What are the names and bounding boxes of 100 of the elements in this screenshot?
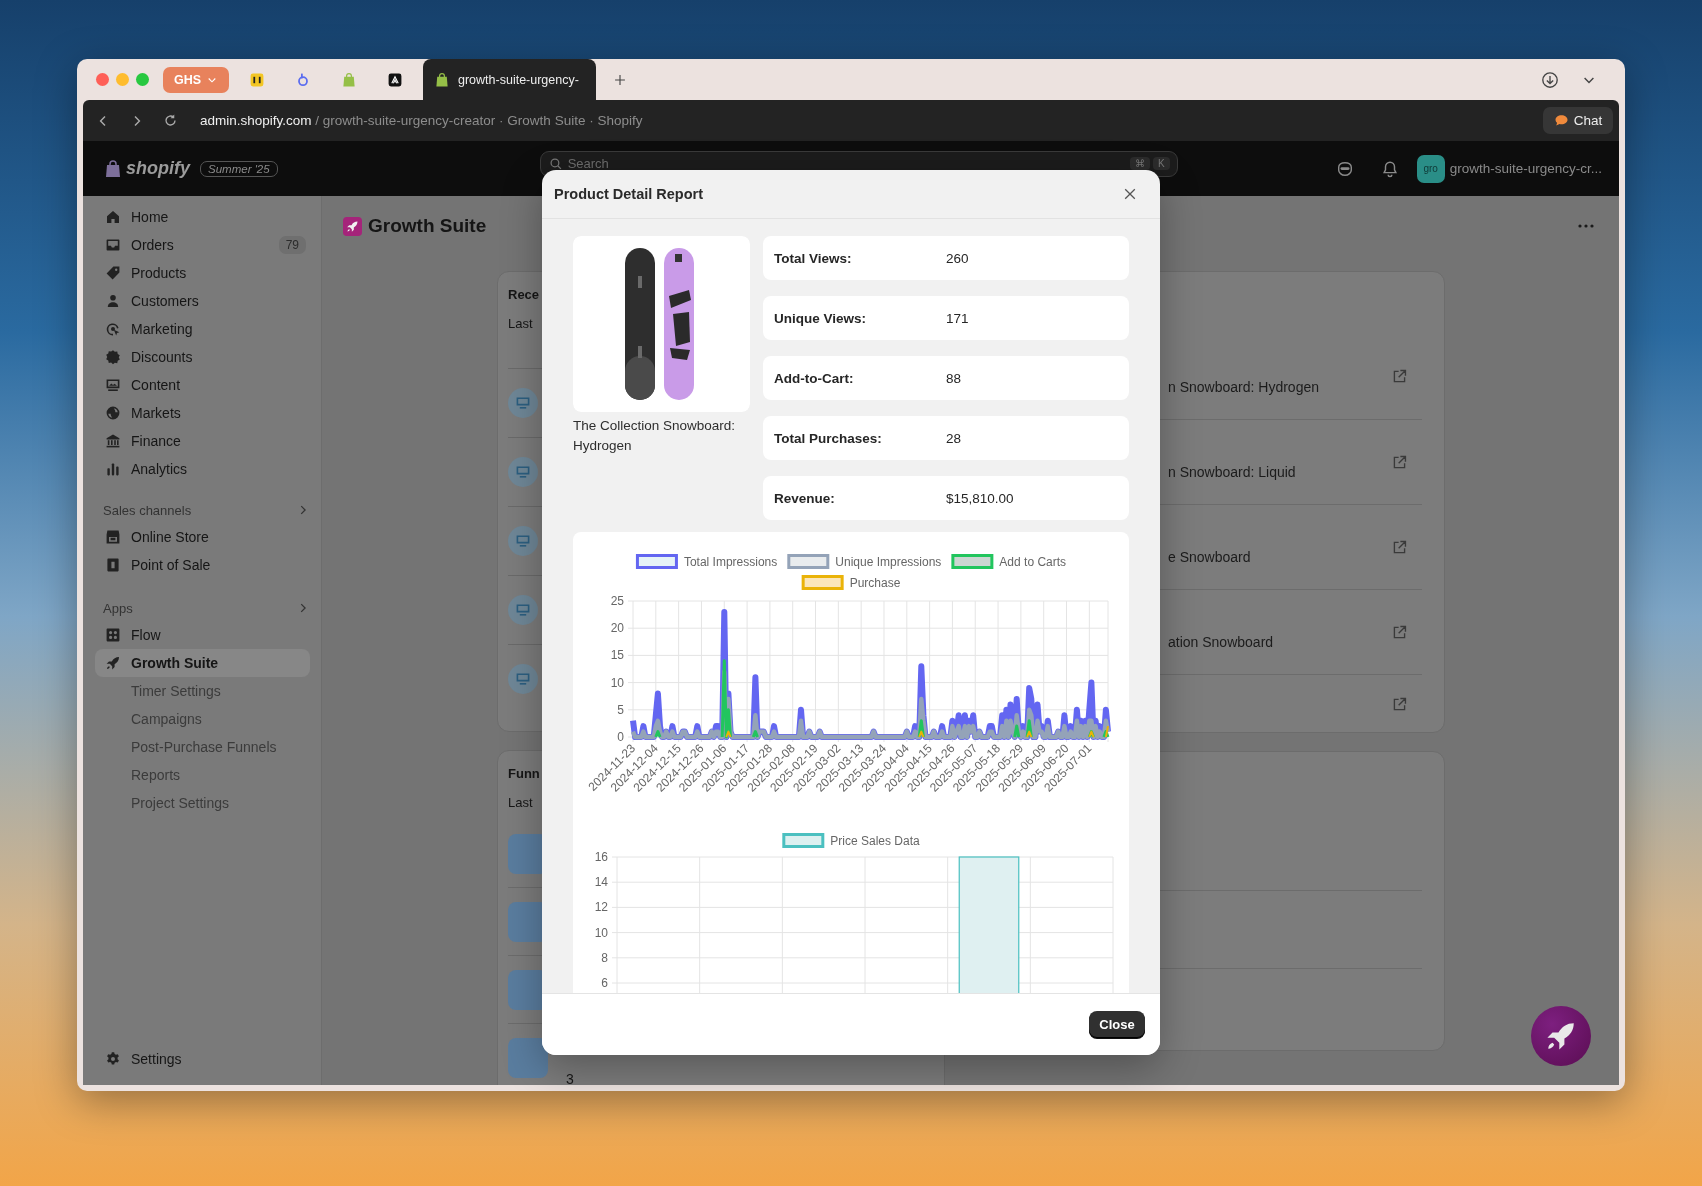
store-avatar[interactable]: gro <box>1416 154 1445 183</box>
page-title: Growth Suite <box>368 215 487 237</box>
nav-item[interactable]: Discounts <box>95 343 310 371</box>
product-link[interactable]: n Snowboard: Hydrogen <box>1168 378 1319 395</box>
nav-item[interactable]: Analytics <box>95 455 310 483</box>
nav-item[interactable]: Settings <box>95 1045 310 1073</box>
axis-tick-label: 6 <box>601 976 608 990</box>
card-title: Rece <box>508 286 540 304</box>
nav-item[interactable]: Project Settings <box>95 789 310 817</box>
ring-icon <box>295 71 311 88</box>
legend-swatch <box>951 554 994 569</box>
close-window-button[interactable] <box>96 73 109 86</box>
count-badge: 79 <box>278 236 306 254</box>
axis-tick-label: 20 <box>610 621 624 636</box>
nav-item[interactable]: Flow <box>95 621 310 649</box>
rocket-icon <box>105 655 121 671</box>
close-button[interactable]: Close <box>1089 1011 1145 1038</box>
legend-label: Price Sales Data <box>830 834 920 848</box>
stat-label: Add-to-Cart: <box>774 370 855 386</box>
app-icon <box>508 1038 548 1078</box>
external-link-icon[interactable] <box>1391 623 1408 641</box>
axis-tick-label: 0 <box>617 730 624 744</box>
browser-tab[interactable]: growth-suite-urgency- <box>423 59 596 100</box>
legend-label: Unique Impressions <box>835 555 942 569</box>
nav-item[interactable]: Products <box>95 259 310 287</box>
nav-item[interactable]: Campaigns <box>95 705 310 733</box>
card-subtitle: Last <box>508 794 533 812</box>
nav-item[interactable]: Markets <box>95 399 310 427</box>
store-icon <box>105 529 121 545</box>
row-value: 3 <box>566 1071 574 1085</box>
axis-tick-label: 14 <box>594 875 608 890</box>
legend-label: Add to Carts <box>999 555 1067 569</box>
url-text[interactable]: admin.shopify.com / growth-suite-urgency-creator · Growth Suite · Shopify <box>200 113 643 128</box>
axis-tick-label: 12 <box>594 900 608 915</box>
section-title: Apps <box>103 600 133 616</box>
monitor-icon <box>515 602 531 618</box>
profile-button[interactable]: GHS <box>163 66 229 93</box>
reload-icon[interactable] <box>163 113 178 128</box>
app-icon <box>343 216 362 236</box>
card-subtitle: Last <box>508 315 533 333</box>
image-icon <box>105 377 121 393</box>
external-link-icon[interactable] <box>1391 538 1408 556</box>
discount-icon <box>105 349 121 365</box>
search-icon <box>548 156 563 171</box>
nav-item[interactable]: Point of Sale <box>95 551 310 579</box>
nav-item[interactable]: Post-Purchase Funnels <box>95 733 310 761</box>
monitor-icon <box>515 395 531 411</box>
bar-chart-icon <box>105 461 121 477</box>
axis-tick-label: 5 <box>617 702 624 717</box>
close-icon[interactable] <box>1122 186 1138 202</box>
product-link[interactable]: n Snowboard: Liquid <box>1168 464 1296 480</box>
chat-button[interactable]: Chat <box>1543 107 1613 134</box>
external-link-icon[interactable] <box>1391 453 1408 471</box>
stat-value: 171 <box>946 310 969 326</box>
bag-icon <box>341 71 357 88</box>
axis-tick-label: 16 <box>594 850 608 864</box>
axis-tick-label: 10 <box>610 675 624 690</box>
globe-icon <box>105 405 121 421</box>
nav-item[interactable]: Finance <box>95 427 310 455</box>
axis-tick-label: 8 <box>601 950 608 965</box>
external-link-icon[interactable] <box>1391 696 1408 713</box>
chat-bubble-icon <box>1553 113 1569 128</box>
inbox-icon <box>105 237 121 253</box>
product-link[interactable]: e Snowboard <box>1168 549 1251 565</box>
external-link-icon[interactable] <box>1391 368 1408 385</box>
nav-item[interactable]: Reports <box>95 761 310 789</box>
nav-item[interactable]: Growth Suite <box>95 649 310 677</box>
legend-label: Total Impressions <box>683 555 778 569</box>
axis-tick-label: 25 <box>610 594 624 608</box>
download-icon[interactable] <box>1541 70 1559 89</box>
bag-icon <box>434 71 450 88</box>
nav-item[interactable]: Timer Settings <box>95 677 310 705</box>
store-name[interactable]: growth-suite-urgency-cr... <box>1449 161 1602 176</box>
section-title: Sales channels <box>103 502 192 518</box>
bell-icon[interactable] <box>1380 159 1399 178</box>
stat-label: Total Purchases: <box>774 430 883 446</box>
bag-icon <box>103 158 123 179</box>
nav-item[interactable]: Orders 79 <box>95 231 310 259</box>
nav-item[interactable]: Marketing <box>95 315 310 343</box>
legend-swatch <box>787 554 830 569</box>
stat-value: 28 <box>946 430 962 446</box>
legend-label: Purchase <box>849 576 901 590</box>
target-icon <box>105 321 121 337</box>
axis-tick-label: 10 <box>594 925 608 940</box>
monitor-icon <box>515 671 531 687</box>
nav-item[interactable]: Content <box>95 371 310 399</box>
axis-tick-label: 15 <box>610 648 624 663</box>
zoom-window-button[interactable] <box>136 73 149 86</box>
nav-item[interactable]: Home <box>95 203 310 231</box>
app-grid-icon <box>105 627 121 643</box>
legend-swatch <box>782 833 825 848</box>
product-link[interactable]: ation Snowboard <box>1168 634 1274 650</box>
stat-label: Unique Views: <box>774 310 868 326</box>
nav-item[interactable]: Online Store <box>95 523 310 551</box>
stat-value: 88 <box>946 370 962 386</box>
bank-icon <box>105 433 121 449</box>
monitor-icon <box>515 533 531 549</box>
new-tab-icon[interactable] <box>613 72 627 87</box>
nav-item[interactable]: Customers <box>95 287 310 315</box>
tile-icon <box>249 71 265 88</box>
